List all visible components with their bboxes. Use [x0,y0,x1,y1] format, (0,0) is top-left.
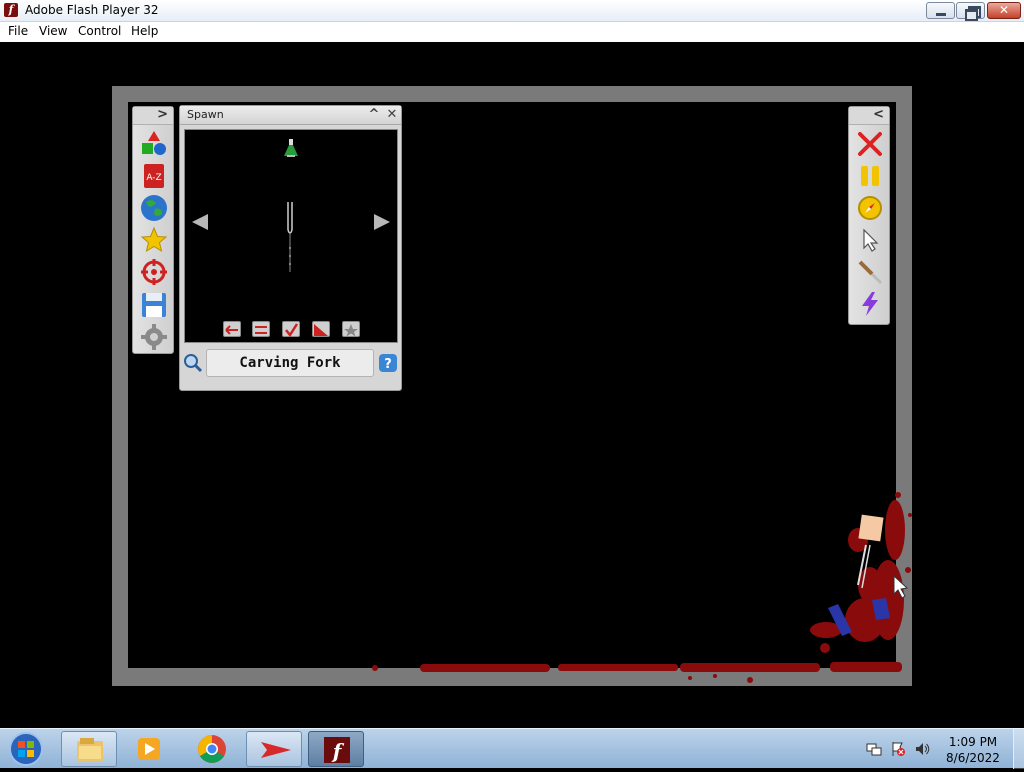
svg-text:A-Z: A-Z [146,173,161,183]
right-toolbar: < [848,106,890,325]
swap-icon [255,326,267,334]
swap-option[interactable] [252,321,270,337]
flip-option[interactable] [223,321,241,337]
arrow-app-icon [261,742,291,758]
pause-icon[interactable] [856,162,884,190]
flask-icon[interactable] [283,138,299,158]
clock-time: 1:09 PM [948,735,998,749]
diagonal-option[interactable] [312,321,330,337]
taskbar-flash-player[interactable]: f [308,731,364,767]
show-desktop-button[interactable] [1013,729,1024,769]
taskbar-arrow-app[interactable] [246,731,302,767]
system-clock[interactable]: 1:09 PM 8/6/2022 [942,734,1004,766]
shapes-icon[interactable] [140,129,168,157]
selected-item-name: Carving Fork [206,349,374,377]
spawn-panel-header[interactable]: Spawn ^ ✕ [180,106,401,125]
menu-file[interactable]: File [8,24,28,38]
menu-help[interactable]: Help [131,24,158,38]
star-icon[interactable] [140,226,168,254]
check-option[interactable] [282,321,300,338]
spawn-panel-title: Spawn [187,108,224,121]
spawn-minimize-button[interactable]: ^ [366,107,382,123]
taskbar-chrome[interactable] [184,731,240,767]
close-icon: ✕ [998,3,1010,17]
taskbar-media-player[interactable] [122,731,178,767]
window-title: Adobe Flash Player 32 [25,3,159,17]
expand-icon: > [157,107,168,122]
restore-icon [957,3,984,21]
compass-icon[interactable] [856,194,884,222]
lightning-icon[interactable] [856,290,884,318]
spawn-close-button[interactable]: ✕ [384,107,400,123]
target-icon[interactable] [140,258,168,286]
volume-icon[interactable] [914,741,930,757]
title-bar: f Adobe Flash Player 32 ✕ [0,0,1024,22]
right-toolbar-header[interactable]: < [849,107,889,125]
menu-bar: File View Control Help [0,22,1024,42]
spawn-panel: Spawn ^ ✕ Carving Fork ? [179,105,402,391]
svg-text:?: ? [384,357,392,372]
flash-app-icon: f [4,3,18,17]
next-item-arrow[interactable] [374,214,390,230]
flag-icon[interactable] [890,741,906,757]
save-icon[interactable] [140,291,168,319]
gear-icon[interactable] [140,323,168,351]
knife-icon[interactable] [856,258,884,286]
spawn-preview [184,129,398,343]
close-button[interactable]: ✕ [987,2,1021,19]
clock-date: 8/6/2022 [946,751,1000,765]
menu-view[interactable]: View [39,24,67,38]
check-icon [285,323,299,338]
a-z-icon[interactable]: A-Z [140,162,168,190]
network-icon[interactable] [866,741,882,757]
media-player-icon [138,738,160,760]
diagonal-icon [314,324,328,336]
minimize-icon [927,3,954,18]
start-button[interactable] [6,731,46,767]
taskbar: f 1:09 PM 8/6/2022 [0,728,1024,769]
windows-explorer-icon [77,738,103,761]
collapse-icon: < [873,107,884,122]
left-toolbar-header[interactable]: > [133,107,173,125]
menu-control[interactable]: Control [78,24,121,38]
maximize-button[interactable] [956,2,985,21]
flip-icon [225,325,238,335]
minimize-button[interactable] [926,2,955,19]
taskbar-explorer[interactable] [61,731,117,767]
star-badge-option[interactable] [342,321,360,337]
chrome-icon [198,735,226,763]
flash-player-icon: f [324,737,350,763]
left-toolbar: > A-Z [132,106,174,354]
close-x-icon[interactable] [856,130,884,158]
carving-fork-icon [287,202,293,272]
previous-item-arrow[interactable] [192,214,208,230]
help-icon[interactable]: ? [378,353,398,373]
cursor-icon[interactable] [856,226,884,254]
search-icon[interactable] [183,353,203,373]
star-badge-icon [344,324,358,337]
globe-icon[interactable] [140,194,168,222]
